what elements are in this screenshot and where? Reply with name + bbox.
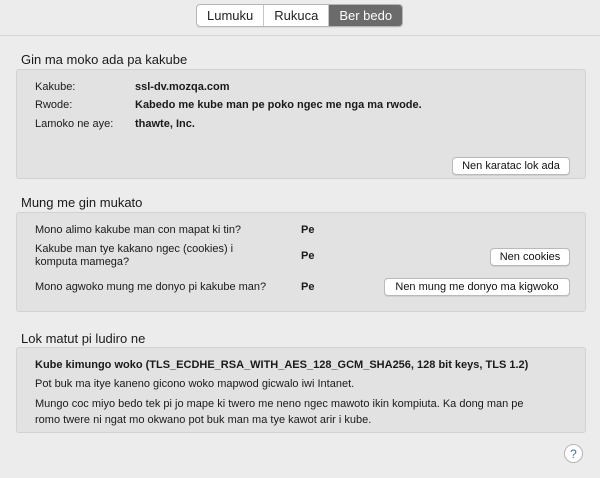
- connection-summary: Kube kimungo woko (TLS_ECDHE_RSA_WITH_AE…: [35, 359, 529, 371]
- identity-section-title: Gin ma moko ada pa kakube: [21, 52, 188, 67]
- identity-box: Kakube: ssl-dv.mozqa.com Rwode: Kabedo m…: [16, 69, 586, 179]
- encryption-description: Pot buk ma itye kaneno gicono woko mapwo…: [35, 378, 355, 390]
- verifier-label: Lamoko ne aye:: [35, 118, 114, 130]
- technical-section-title: Lok matut pi ludiro ne: [21, 331, 146, 346]
- help-button[interactable]: ?: [564, 444, 583, 463]
- encryption-explanation: Mungo coc miyo bedo tek pi jo mape ki tw…: [35, 396, 565, 428]
- toolbar-divider: [0, 35, 600, 36]
- tab-security[interactable]: Ber bedo: [329, 5, 403, 26]
- tab-permissions[interactable]: Rukuca: [264, 5, 330, 26]
- tab-bar: Lumuku Rukuca Ber bedo: [196, 4, 404, 27]
- tab-general[interactable]: Lumuku: [197, 5, 265, 26]
- encryption-explanation-line2: romo twere ni ngat mo okwano pot buk man…: [35, 414, 372, 426]
- visited-before-answer: Pe: [301, 224, 315, 236]
- technical-box: Kube kimungo woko (TLS_ECDHE_RSA_WITH_AE…: [16, 347, 586, 433]
- cookies-question-line1: Kakube man tye kakano ngec (cookies) i: [35, 243, 234, 255]
- privacy-box: Mono alimo kakube man con mapat ki tin? …: [16, 212, 586, 312]
- view-saved-passwords-button[interactable]: Nen mung me donyo ma kigwoko: [384, 278, 570, 296]
- owner-value: Kabedo me kube man pe poko ngec me nga m…: [135, 99, 422, 111]
- saved-passwords-answer: Pe: [301, 281, 315, 293]
- visited-before-question: Mono alimo kakube man con mapat ki tin?: [35, 224, 242, 236]
- encryption-explanation-line1: Mungo coc miyo bedo tek pi jo mape ki tw…: [35, 398, 524, 410]
- saved-passwords-question: Mono agwoko mung me donyo pi kakube man?: [35, 281, 267, 293]
- cookies-answer: Pe: [301, 250, 315, 262]
- privacy-section-title: Mung me gin mukato: [21, 195, 143, 210]
- view-cookies-button[interactable]: Nen cookies: [490, 248, 570, 266]
- owner-label: Rwode:: [35, 99, 73, 111]
- verifier-value: thawte, Inc.: [135, 118, 195, 130]
- cookies-question: Kakube man tye kakano ngec (cookies) i k…: [35, 243, 233, 269]
- website-value: ssl-dv.mozqa.com: [135, 81, 230, 93]
- view-certificate-button[interactable]: Nen karatac lok ada: [452, 157, 570, 175]
- website-label: Kakube:: [35, 81, 76, 93]
- cookies-question-line2: komputa mamega?: [35, 256, 130, 268]
